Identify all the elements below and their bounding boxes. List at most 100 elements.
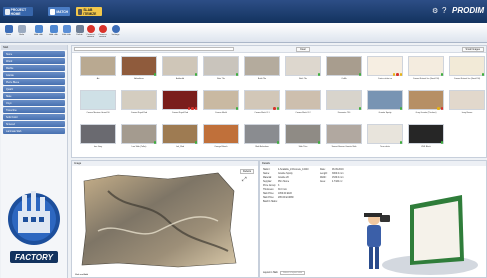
sidebar-item[interactable]: Slate bbox=[3, 93, 65, 99]
factory-logo: FACTORY bbox=[8, 191, 60, 263]
slab-tile[interactable] bbox=[80, 124, 116, 144]
slab-status-dots bbox=[440, 141, 444, 144]
slab-grid: Clear Small Images Art Arborifieso Artifor… bbox=[71, 45, 487, 158]
slab-tile-label: Sunset Breeze Granite Slab bbox=[331, 146, 357, 148]
slab-tile[interactable] bbox=[367, 90, 403, 110]
slab-status-dots bbox=[437, 107, 444, 110]
view-select[interactable]: Small Images bbox=[461, 46, 484, 52]
slab-tile[interactable] bbox=[367, 124, 403, 144]
sidebar-item[interactable]: Laminate Slab bbox=[3, 128, 65, 134]
sidebar-item[interactable]: Granite bbox=[3, 72, 65, 78]
slab-tile[interactable] bbox=[80, 90, 116, 110]
settings-icon bbox=[111, 25, 120, 33]
slab-status-dots bbox=[273, 107, 280, 110]
slab-tile-label: Art bbox=[96, 78, 100, 80]
detail-key: Price Group: bbox=[263, 185, 276, 187]
sidebar-item[interactable]: Sintered bbox=[3, 121, 65, 127]
connect-camera-button-2[interactable]: Connect camera bbox=[97, 25, 108, 38]
sidebar-item[interactable]: Wood bbox=[3, 58, 65, 64]
tab-label: MATCH bbox=[56, 9, 68, 14]
status-dot-icon bbox=[399, 107, 403, 110]
connect-camera-button[interactable]: Connect camera bbox=[85, 25, 96, 38]
slab-tile[interactable] bbox=[244, 56, 280, 76]
slab-tile[interactable] bbox=[326, 56, 362, 76]
slab-tile-label: Cosmo Royal Red bbox=[171, 112, 189, 114]
slab-preview-image bbox=[81, 172, 237, 268]
slab-tile[interactable] bbox=[326, 90, 362, 110]
slab-tile[interactable] bbox=[408, 124, 444, 144]
tab-project-home[interactable]: PROJECT HOME bbox=[3, 7, 33, 16]
defects-button[interactable]: Defects bbox=[240, 169, 255, 174]
search-input[interactable] bbox=[74, 47, 234, 51]
slab-tile[interactable] bbox=[121, 124, 157, 144]
slab-tile-label: Terra white bbox=[380, 146, 390, 148]
slab-tile[interactable] bbox=[285, 90, 321, 110]
slab-tile[interactable] bbox=[203, 124, 239, 144]
tile-area: Art Arborifieso Artifordid Bats Tile Bathi T… bbox=[72, 53, 486, 158]
sidebar-item[interactable]: Quartz bbox=[3, 86, 65, 92]
tab-label: PROJECT HOME bbox=[10, 7, 27, 16]
slab-tile[interactable] bbox=[162, 56, 198, 76]
settings-button[interactable]: Settings bbox=[110, 25, 121, 36]
slab-tile[interactable] bbox=[203, 90, 239, 110]
detail-key: Supplier: bbox=[263, 181, 273, 183]
slab-tile-label: Iron Slab (Toller) bbox=[131, 146, 147, 148]
layout-select[interactable]: Select a layout slab bbox=[280, 271, 305, 275]
slab-tile[interactable] bbox=[162, 124, 198, 144]
slab-status-dots bbox=[153, 141, 157, 144]
slab-tile[interactable] bbox=[449, 56, 485, 76]
slab-status-dots bbox=[194, 73, 198, 76]
undo-button[interactable]: Undo bbox=[16, 25, 27, 36]
clear-search-button[interactable]: Clear bbox=[296, 46, 310, 52]
slab-tile[interactable] bbox=[449, 90, 485, 110]
brand-logo: PRODIM bbox=[452, 6, 484, 15]
slab-status-dots bbox=[187, 107, 198, 110]
detail-key: Material: bbox=[263, 177, 272, 179]
slab-tile[interactable] bbox=[244, 124, 280, 144]
slab-status-dots bbox=[235, 107, 239, 110]
slab-tile[interactable] bbox=[121, 56, 157, 76]
edit-slab-button[interactable]: Edit slab bbox=[61, 25, 72, 36]
delete-button[interactable]: Delete bbox=[74, 25, 85, 36]
slab-tile-label: Bathi Tile bbox=[257, 78, 267, 80]
gear-icon[interactable]: ⚙ bbox=[432, 7, 438, 15]
slab-tile[interactable] bbox=[285, 124, 321, 144]
slab-tile-label: Lak_Slab bbox=[175, 146, 185, 148]
details-panel: Details Slabnr: 4-Scalable_Z-Ronnele_1344… bbox=[259, 160, 487, 278]
tab-slab-itemize[interactable]: SLAB ITEMIZE bbox=[76, 7, 102, 16]
status-dot-icon bbox=[194, 73, 198, 76]
question-icon[interactable]: ? bbox=[442, 6, 446, 15]
status-dot-icon bbox=[235, 73, 239, 76]
slab-tile-label: Cosmo Marinus Grand 90 bbox=[86, 112, 110, 114]
sidebar-item[interactable]: Pierre Bleue bbox=[3, 79, 65, 85]
detail-key: Slab Price: bbox=[263, 197, 275, 199]
slab-tile[interactable] bbox=[285, 56, 321, 76]
slab-tile-label: Orange Blanch bbox=[214, 146, 228, 148]
add-slab-button-2[interactable]: Add slab bbox=[48, 25, 59, 36]
save-button[interactable]: Save bbox=[3, 25, 14, 36]
fullscreen-icon[interactable]: ⤢ bbox=[242, 177, 247, 184]
sidebar-item[interactable]: Stone bbox=[3, 51, 65, 57]
slab-tile-label: ZHS Black bbox=[421, 146, 431, 148]
add-slab-icon bbox=[34, 25, 43, 33]
sidebar-item[interactable]: Onyx bbox=[3, 100, 65, 106]
detail-value: 1050.00 EUR bbox=[278, 193, 292, 195]
sidebar-item[interactable]: Travertine bbox=[3, 107, 65, 113]
sidebar-item[interactable]: Marble bbox=[3, 65, 65, 71]
slab-tile[interactable] bbox=[326, 124, 362, 144]
add-slab-button[interactable]: Add slab bbox=[33, 25, 44, 36]
detail-value: 3060.0 mm bbox=[332, 173, 344, 175]
tab-match[interactable]: MATCH bbox=[48, 7, 70, 16]
status-dot-icon bbox=[481, 73, 485, 76]
slab-status-dots bbox=[440, 73, 444, 76]
status-dot-icon bbox=[194, 141, 198, 144]
slab-tile[interactable] bbox=[408, 56, 444, 76]
status-dot-icon bbox=[153, 73, 157, 76]
slab-tile[interactable] bbox=[121, 90, 157, 110]
slab-tile[interactable] bbox=[203, 56, 239, 76]
delete-icon bbox=[75, 25, 84, 33]
slab-tile-label: Ivory Brown bbox=[461, 112, 473, 114]
slab-tile[interactable] bbox=[80, 56, 116, 76]
sidebar-header: Slab bbox=[1, 45, 67, 50]
sidebar-item[interactable]: Solid Color bbox=[3, 114, 65, 120]
